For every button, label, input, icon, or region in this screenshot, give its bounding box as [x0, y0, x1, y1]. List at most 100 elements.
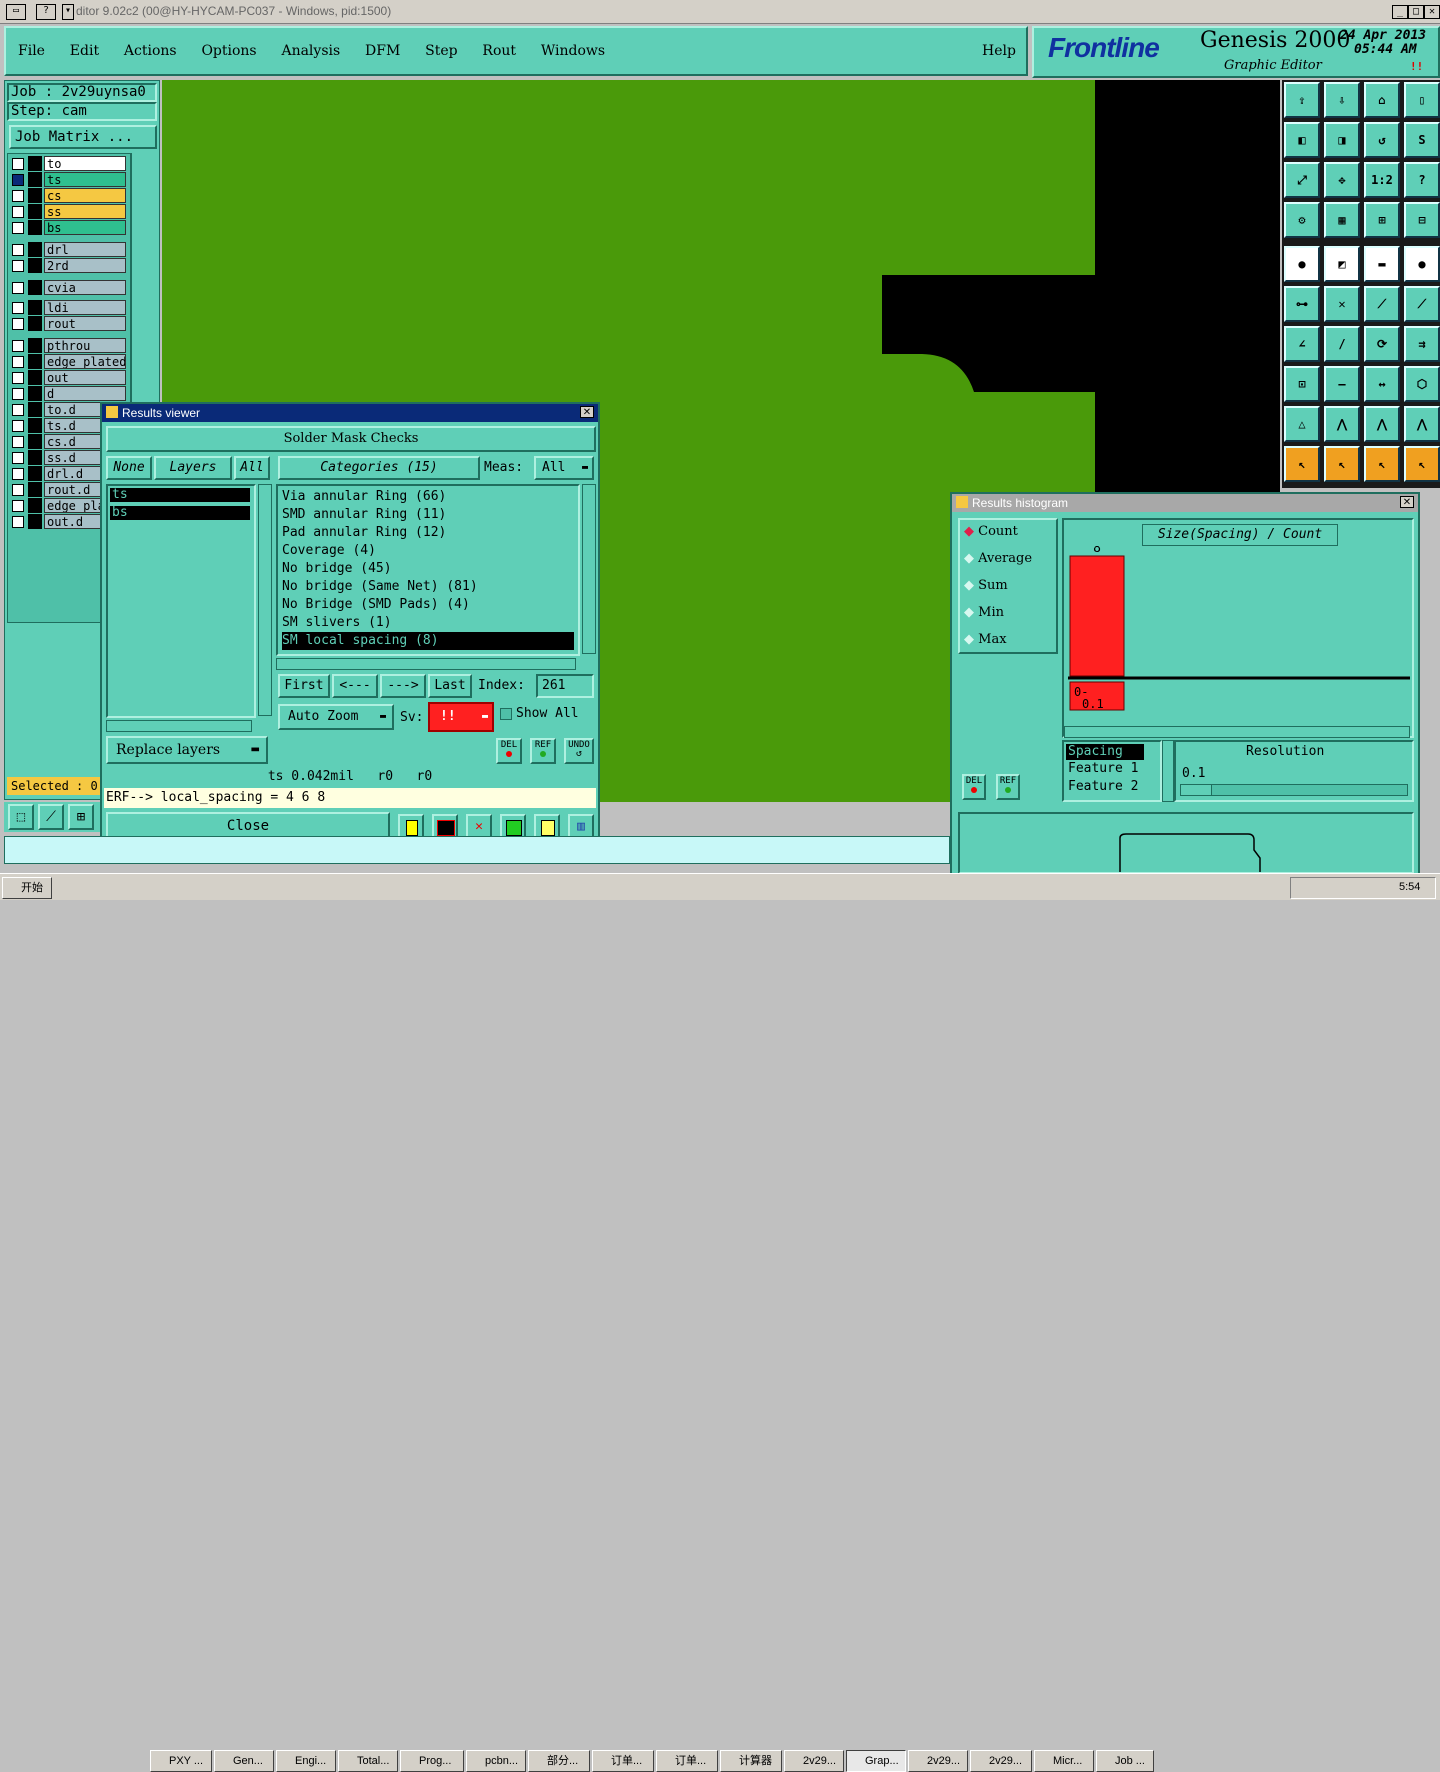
replace-layers-dropdown[interactable]: Replace layers ▬	[106, 736, 268, 764]
cross-icon[interactable]: ✕	[1324, 286, 1360, 322]
grid-icon[interactable]: ▦	[1324, 202, 1360, 238]
category-item[interactable]: SMD annular Ring (11)	[282, 506, 574, 524]
taskbar-item[interactable]: Job ...	[1096, 1750, 1154, 1772]
histogram-hscroll[interactable]	[1064, 726, 1410, 738]
prev-button[interactable]: <---	[332, 674, 378, 698]
menu-analysis[interactable]: Analysis	[281, 43, 340, 59]
histogram-option-average[interactable]: ◆ Average	[964, 551, 1032, 566]
layer-affected-marker[interactable]	[28, 386, 42, 401]
help-tool-icon[interactable]: ?	[1404, 162, 1440, 198]
layer-checkbox[interactable]	[12, 372, 24, 384]
angle-icon[interactable]: ∠	[1284, 326, 1320, 362]
layer-checkbox[interactable]	[12, 174, 24, 186]
next-button[interactable]: --->	[380, 674, 426, 698]
last-button[interactable]: Last	[428, 674, 472, 698]
layer-checkbox[interactable]	[12, 516, 24, 528]
close-button[interactable]: ✕	[1424, 5, 1440, 19]
save-icon[interactable]: ⇩	[1324, 82, 1360, 118]
arc-icon[interactable]: ⟋	[1404, 286, 1440, 322]
connect-icon[interactable]: ⊶	[1284, 286, 1320, 322]
layer-name[interactable]: d	[44, 386, 126, 401]
auto-zoom-dropdown[interactable]: Auto Zoom ▬	[278, 704, 394, 730]
start-button[interactable]: 开始	[2, 877, 52, 899]
taskbar-item[interactable]: 2v29...	[784, 1750, 844, 1772]
home-icon[interactable]: ⌂	[1364, 82, 1400, 118]
histogram-ref-button[interactable]: REF	[996, 774, 1020, 800]
taskbar-item[interactable]: Engi...	[276, 1750, 336, 1772]
menu-windows[interactable]: Windows	[541, 43, 605, 59]
layer-checkbox[interactable]	[12, 222, 24, 234]
histogram-option-count[interactable]: ◆ Count	[964, 524, 1018, 539]
layer-affected-marker[interactable]	[28, 188, 42, 203]
menu-step[interactable]: Step	[425, 43, 457, 59]
layer-checkbox[interactable]	[12, 206, 24, 218]
peak-alt-icon[interactable]: ⋀	[1404, 406, 1440, 442]
layer-affected-marker[interactable]	[28, 156, 42, 171]
layer-affected-marker[interactable]	[28, 514, 42, 529]
first-button[interactable]: First	[278, 674, 330, 698]
layer-name[interactable]: 2rd	[44, 258, 126, 273]
layer-checkbox[interactable]	[12, 282, 24, 294]
layer-affected-marker[interactable]	[28, 280, 42, 295]
layer-affected-marker[interactable]	[28, 220, 42, 235]
rotate-icon[interactable]: ⟳	[1364, 326, 1400, 362]
layer-affected-marker[interactable]	[28, 258, 42, 273]
taskbar-item[interactable]: Gen...	[214, 1750, 274, 1772]
shapes-icon[interactable]: ⬡	[1404, 366, 1440, 402]
layer-name[interactable]: edge_plated	[44, 354, 126, 369]
layer-checkbox[interactable]	[12, 436, 24, 448]
category-item[interactable]: Coverage (4)	[282, 542, 574, 560]
ref-button[interactable]: REF	[530, 738, 556, 764]
right-icon[interactable]: ◨	[1324, 122, 1360, 158]
layer-checkbox[interactable]	[12, 484, 24, 496]
layer-checkbox[interactable]	[12, 388, 24, 400]
layer-name[interactable]: rout	[44, 316, 126, 331]
layer-name[interactable]: out	[44, 370, 126, 385]
category-item[interactable]: SM slivers (1)	[282, 614, 574, 632]
zoom-tool-icon[interactable]: ⬚	[8, 804, 34, 830]
peak-icon[interactable]: ⋀	[1364, 406, 1400, 442]
histogram-option-sum[interactable]: ◆ Sum	[964, 578, 1008, 593]
pointer-box-icon[interactable]: ↖	[1324, 446, 1360, 482]
spacing-item[interactable]: Spacing	[1066, 744, 1144, 760]
layer-checkbox[interactable]	[12, 158, 24, 170]
categories-button[interactable]: Categories (15)	[278, 456, 480, 480]
help-icon[interactable]: ?	[36, 4, 56, 20]
undo-zoom-icon[interactable]: ↺	[1364, 122, 1400, 158]
window-icon[interactable]: ▯	[1404, 82, 1440, 118]
dropdown-icon[interactable]: ▾	[62, 4, 74, 20]
histogram-del-button[interactable]: DEL	[962, 774, 986, 800]
undo-button[interactable]: UNDO ↺	[564, 738, 594, 764]
pad-icon[interactable]: ●	[1284, 246, 1320, 282]
results-viewer-close[interactable]: ✕	[580, 406, 594, 418]
layer-checkbox[interactable]	[12, 468, 24, 480]
layer-affected-marker[interactable]	[28, 482, 42, 497]
layer-name[interactable]: cvia	[44, 280, 126, 295]
category-item[interactable]: No Bridge (SMD Pads) (4)	[282, 596, 574, 614]
layer-list-scrollbar[interactable]	[258, 484, 272, 716]
layer-affected-marker[interactable]	[28, 204, 42, 219]
layer-affected-marker[interactable]	[28, 316, 42, 331]
taskbar-item[interactable]: 订单...	[656, 1750, 718, 1772]
spacing-scrollbar[interactable]	[1162, 740, 1174, 802]
pointer-icon[interactable]: ↖	[1284, 446, 1320, 482]
taskbar-item[interactable]: PXY ...	[150, 1750, 212, 1772]
histogram-bar[interactable]	[1069, 555, 1125, 677]
erase-icon[interactable]: ◩	[1324, 246, 1360, 282]
layer-name[interactable]: cs	[44, 188, 126, 203]
taskbar-item[interactable]: 订单...	[592, 1750, 654, 1772]
layers-button[interactable]: Layers	[154, 456, 232, 480]
layer-name[interactable]: ts	[44, 172, 126, 187]
layer-name[interactable]: pthrou	[44, 338, 126, 353]
redraw-icon[interactable]: S	[1404, 122, 1440, 158]
layer-affected-marker[interactable]	[28, 354, 42, 369]
layer-checkbox[interactable]	[12, 260, 24, 272]
grid-tool-icon[interactable]: ⊞	[68, 804, 94, 830]
layer-affected-marker[interactable]	[28, 338, 42, 353]
menu-dfm[interactable]: DFM	[365, 43, 400, 59]
sv-dropdown[interactable]: !! ▬	[428, 702, 494, 732]
menu-actions[interactable]: Actions	[124, 43, 177, 59]
feature2-item[interactable]: Feature 2	[1066, 778, 1158, 796]
layer-list-hscroll[interactable]	[106, 720, 252, 732]
layer-checkbox[interactable]	[12, 244, 24, 256]
